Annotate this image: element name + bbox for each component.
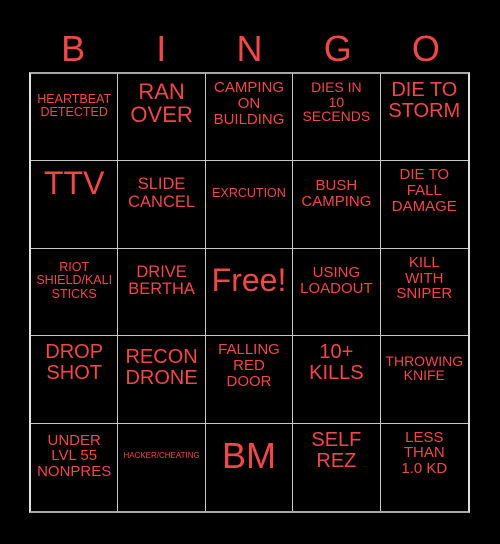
header-letter-o: O (411, 28, 440, 69)
bingo-cell[interactable]: 10+ KILLS (293, 336, 381, 424)
cell-text: FALLING RED DOOR (218, 341, 280, 390)
bingo-cell[interactable]: FALLING RED DOOR (205, 336, 294, 424)
bingo-cell[interactable]: EXRCUTION (205, 161, 294, 249)
bingo-cell[interactable]: TTV (31, 161, 119, 249)
cell-text: DIE TO FALL DAMAGE (391, 166, 457, 215)
bingo-cell[interactable]: CAMPING ON BUILDING (205, 74, 294, 162)
bingo-cell[interactable]: BM (206, 423, 294, 511)
cell-text: CAMPING ON BUILDING (213, 79, 285, 128)
cell-text: TTV (43, 165, 105, 202)
bingo-cell[interactable]: RIOT SHIELD/KALI STICKS (31, 248, 119, 337)
bingo-cell[interactable]: THROWING KNIFE (380, 336, 468, 424)
cell-text: SELF REZ (311, 428, 362, 472)
cell-text: KILL WITH SNIPER (396, 253, 453, 303)
bingo-cell[interactable]: DRIVE BERTHA (118, 248, 206, 337)
bingo-cell[interactable]: KILL WITH SNIPER (380, 249, 468, 337)
cell-text: RIOT SHIELD/KALI STICKS (36, 260, 113, 301)
bingo-header: B I N G O (29, 26, 470, 72)
cell-text: SLIDE CANCEL (128, 175, 196, 211)
cell-text: BM (221, 435, 276, 477)
cell-text: EXRCUTION (212, 186, 286, 201)
bingo-grid: HEARTBEAT DETECTED RAN OVER CAMPING ON B… (29, 72, 470, 513)
cell-text: 10+ KILLS (309, 341, 364, 385)
header-letter-b: B (61, 28, 86, 69)
bingo-cell[interactable]: DIE TO FALL DAMAGE (380, 161, 468, 249)
cell-text: DIES IN 10 SECENDS (302, 79, 371, 125)
cell-text: BUSH CAMPING (301, 176, 372, 210)
bingo-cell[interactable]: DIE TO STORM (380, 74, 468, 162)
bingo-cell[interactable]: USING LOADOUT (293, 248, 381, 337)
bingo-cell[interactable]: SLIDE CANCEL (118, 161, 206, 249)
bingo-cell[interactable]: DROP SHOT (31, 336, 119, 424)
cell-text: DROP SHOT (45, 341, 104, 385)
header-letter-n: N (236, 28, 263, 69)
bingo-cell[interactable]: BUSH CAMPING (293, 161, 381, 249)
header-letter-i: I (156, 28, 167, 69)
bingo-cell[interactable]: LESS THAN 1.0 KD (381, 424, 468, 511)
cell-text: HACKER/CHEATING (123, 451, 200, 461)
cell-text: RECON DRONE (125, 346, 198, 390)
bingo-cell[interactable]: UNDER LVL 55 NONPRES (31, 423, 119, 511)
bingo-cell[interactable]: RAN OVER (118, 74, 206, 162)
cell-text: HEARTBEAT DETECTED (37, 92, 112, 120)
bingo-cell[interactable]: RECON DRONE (118, 336, 206, 424)
bingo-cell[interactable]: DIES IN 10 SECENDS (293, 74, 381, 162)
cell-text: UNDER LVL 55 NONPRES (37, 431, 112, 481)
header-letter-g: G (323, 28, 352, 69)
bingo-cell[interactable]: HACKER/CHEATING (118, 423, 206, 511)
cell-text: DIE TO STORM (388, 79, 461, 122)
cell-text: DRIVE BERTHA (128, 262, 195, 298)
cell-text: THROWING KNIFE (385, 352, 464, 384)
cell-text: LESS THAN 1.0 KD (401, 428, 448, 478)
bingo-cell[interactable]: SELF REZ (293, 423, 381, 511)
cell-text: USING LOADOUT (300, 264, 373, 297)
bingo-cell[interactable]: HEARTBEAT DETECTED (31, 74, 119, 162)
bingo-cell-free[interactable]: Free! (205, 248, 294, 337)
cell-text: RAN OVER (130, 79, 193, 128)
free-space-text: Free! (211, 262, 287, 299)
